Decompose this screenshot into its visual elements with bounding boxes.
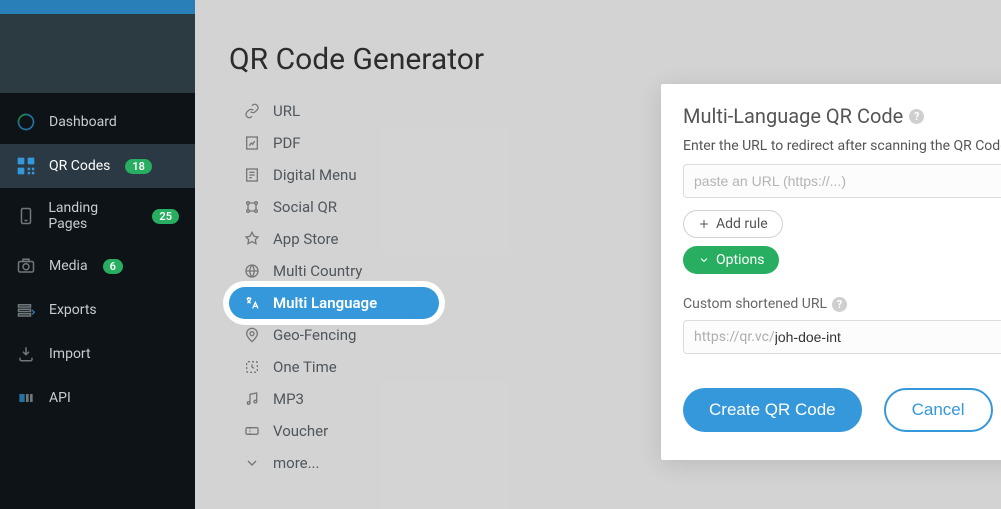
create-qr-button[interactable]: Create QR Code <box>683 388 862 432</box>
sidebar-item-exports[interactable]: Exports <box>0 288 195 332</box>
top-accent-bar <box>0 0 195 14</box>
cancel-button[interactable]: Cancel <box>884 388 993 432</box>
type-item-label: MP3 <box>273 390 304 408</box>
dashboard-icon <box>16 112 36 132</box>
qr-icon <box>16 156 36 176</box>
type-item-geo-fencing[interactable]: Geo-Fencing <box>229 319 439 351</box>
sidebar-item-dashboard[interactable]: Dashboard <box>0 100 195 144</box>
sidebar-nav: Dashboard QR Codes 18 Landing Pages 25 M… <box>0 94 195 420</box>
type-item-digital-menu[interactable]: Digital Menu <box>229 159 439 191</box>
social-icon <box>243 198 261 216</box>
type-item-url[interactable]: URL <box>229 95 439 127</box>
type-item-label: more... <box>273 454 319 472</box>
type-item-label: Multi Language <box>273 294 377 312</box>
onetime-icon <box>243 358 261 376</box>
type-item-label: One Time <box>273 358 337 376</box>
panel-title: Multi-Language QR Code ? <box>683 104 1001 128</box>
globe-icon <box>243 262 261 280</box>
sidebar-item-label: Media <box>49 258 88 274</box>
type-item-multi-country[interactable]: Multi Country <box>229 255 439 287</box>
url-prefix: https://qr.vc/ <box>684 321 775 353</box>
sidebar-item-media[interactable]: Media 6 <box>0 244 195 288</box>
sidebar-item-label: Import <box>49 346 91 362</box>
type-item-label: Geo-Fencing <box>273 326 356 344</box>
exports-icon <box>16 300 36 320</box>
options-label: Options <box>716 252 764 268</box>
sidebar-item-landing-pages[interactable]: Landing Pages 25 <box>0 188 195 244</box>
help-icon[interactable]: ? <box>832 297 847 312</box>
add-rule-button[interactable]: Add rule <box>683 210 783 238</box>
sidebar-item-label: API <box>49 390 71 406</box>
geofence-icon <box>243 326 261 344</box>
chevron-down-icon <box>698 254 710 266</box>
redirect-url-input[interactable] <box>683 164 1001 198</box>
music-icon <box>243 390 261 408</box>
import-icon <box>16 344 36 364</box>
add-rule-label: Add rule <box>716 216 768 232</box>
sidebar-item-qr-codes[interactable]: QR Codes 18 <box>0 144 195 188</box>
sidebar-badge: 6 <box>103 259 123 274</box>
type-item-label: Voucher <box>273 422 328 440</box>
panel-title-text: Multi-Language QR Code <box>683 104 903 128</box>
sidebar-item-import[interactable]: Import <box>0 332 195 376</box>
type-item-mp3[interactable]: MP3 <box>229 383 439 415</box>
type-item-label: PDF <box>273 134 301 152</box>
type-item-label: Social QR <box>273 198 337 216</box>
type-item-label: App Store <box>273 230 338 248</box>
type-item-label: Multi Country <box>273 262 362 280</box>
page-title: QR Code Generator <box>229 0 1001 95</box>
sidebar-header-spacer <box>0 14 195 94</box>
type-item-multi-language[interactable]: Multi Language <box>229 287 439 319</box>
landing-icon <box>16 206 35 226</box>
help-icon[interactable]: ? <box>909 109 924 124</box>
sidebar-item-label: QR Codes <box>49 158 110 174</box>
link-icon <box>243 102 261 120</box>
type-item-pdf[interactable]: PDF <box>229 127 439 159</box>
sidebar-badge: 18 <box>125 159 152 174</box>
sidebar: Dashboard QR Codes 18 Landing Pages 25 M… <box>0 0 195 509</box>
panel-action-row: Create QR Code Cancel <box>683 388 1001 432</box>
type-item-social-qr[interactable]: Social QR <box>229 191 439 223</box>
sidebar-item-label: Exports <box>49 302 97 318</box>
language-icon <box>243 294 261 312</box>
main-area: QR Code Generator URL PDF Digital Menu S… <box>195 0 1001 509</box>
qr-type-list: URL PDF Digital Menu Social QR App Store… <box>229 95 439 479</box>
pdf-icon <box>243 134 261 152</box>
options-row: Options <box>683 246 1001 274</box>
type-item-label: URL <box>273 102 300 120</box>
qr-config-panel: Multi-Language QR Code ? Enter the URL t… <box>661 84 1001 460</box>
custom-url-label-text: Custom shortened URL <box>683 296 827 312</box>
options-button[interactable]: Options <box>683 246 779 274</box>
type-item-label: Digital Menu <box>273 166 357 184</box>
type-item-app-store[interactable]: App Store <box>229 223 439 255</box>
sidebar-item-label: Dashboard <box>49 114 117 130</box>
voucher-icon <box>243 422 261 440</box>
api-icon <box>16 388 36 408</box>
type-item-more[interactable]: more... <box>229 447 439 479</box>
custom-url-input[interactable] <box>775 321 1001 353</box>
sidebar-badge: 25 <box>152 209 179 224</box>
chevron-down-icon <box>243 454 261 472</box>
custom-url-label: Custom shortened URL ? <box>683 296 1001 312</box>
menu-icon <box>243 166 261 184</box>
sidebar-item-api[interactable]: API <box>0 376 195 420</box>
rule-buttons-row: Add rule <box>683 210 1001 238</box>
panel-instruction: Enter the URL to redirect after scanning… <box>683 138 1001 154</box>
type-item-voucher[interactable]: Voucher <box>229 415 439 447</box>
plus-icon <box>698 218 710 230</box>
type-item-one-time[interactable]: One Time <box>229 351 439 383</box>
sidebar-item-label: Landing Pages <box>48 200 137 232</box>
custom-url-input-wrap[interactable]: https://qr.vc/ <box>683 320 1001 354</box>
appstore-icon <box>243 230 261 248</box>
media-icon <box>16 256 36 276</box>
